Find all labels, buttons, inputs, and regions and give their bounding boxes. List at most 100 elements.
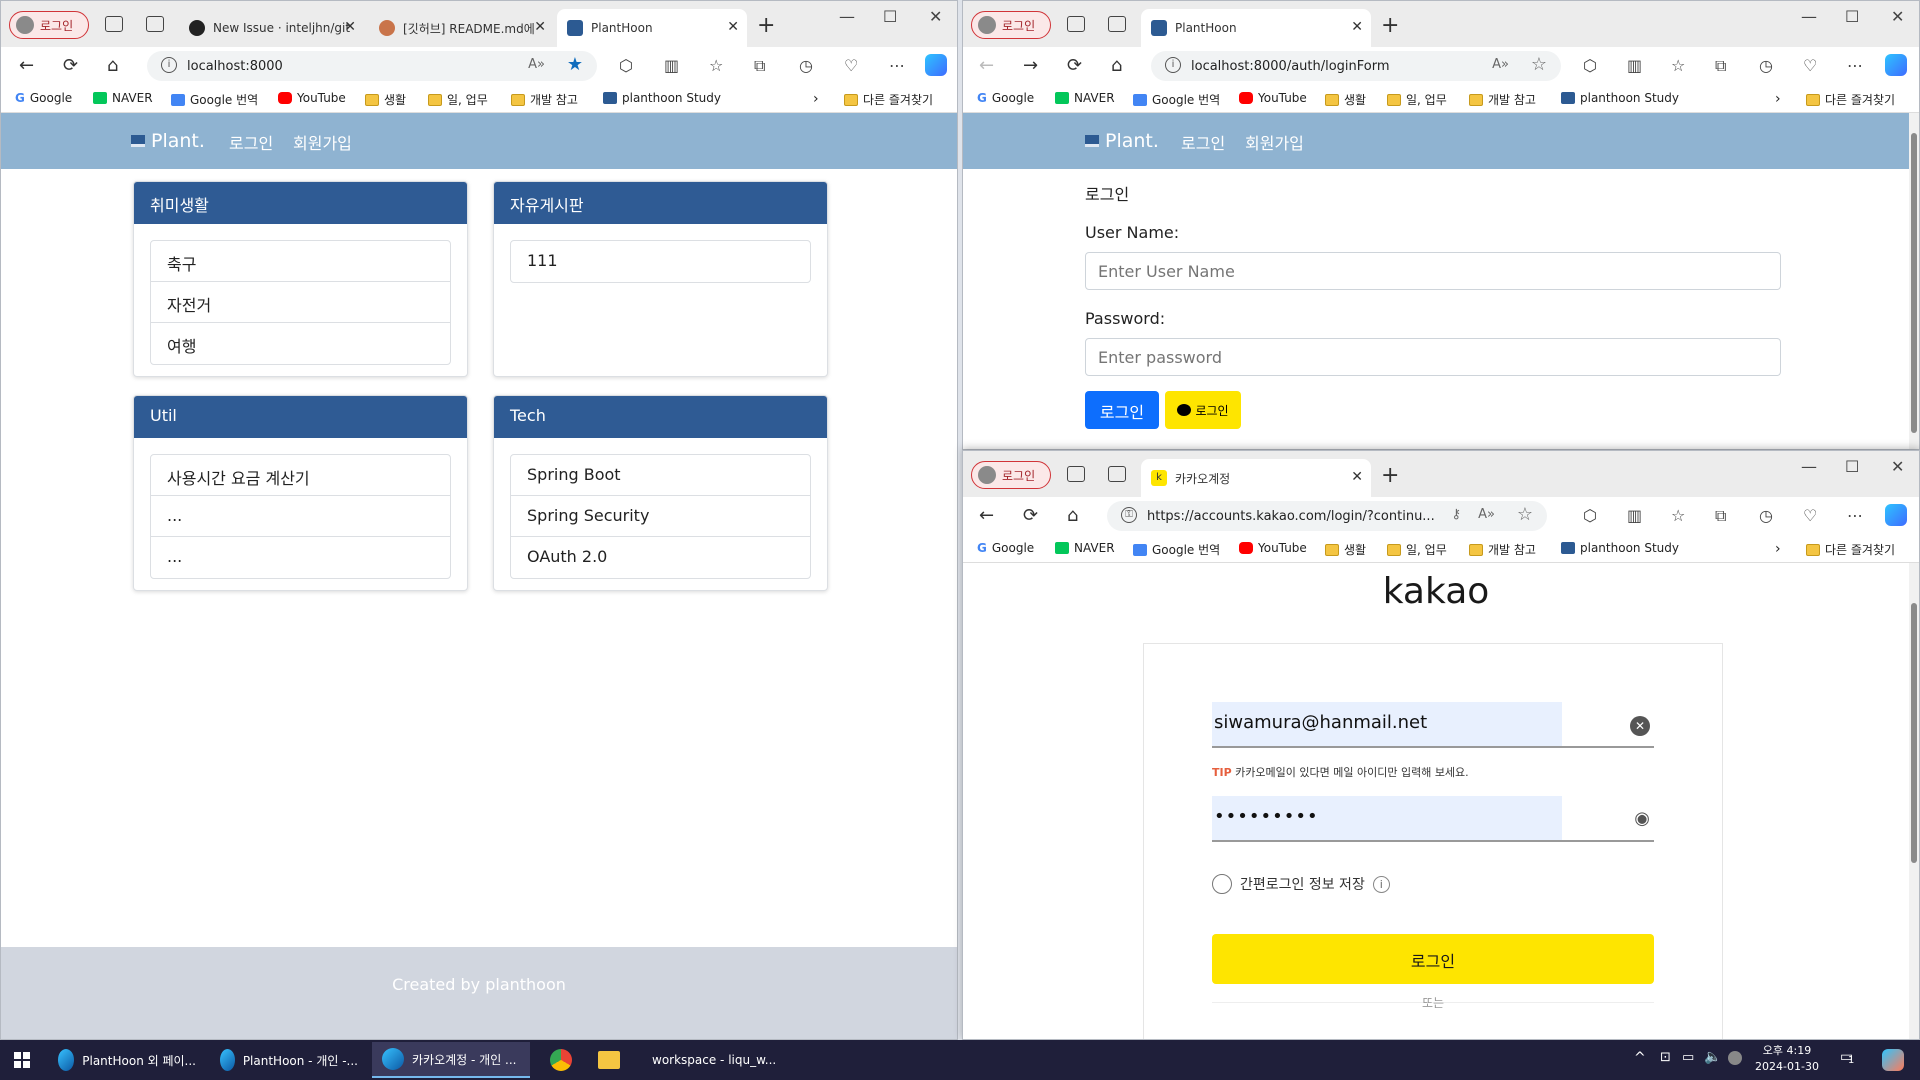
collections-icon[interactable]: ⧉: [754, 56, 765, 76]
bookmarks-overflow-chevron-icon[interactable]: ›: [1775, 541, 1781, 557]
list-item[interactable]: Spring Boot: [511, 455, 810, 496]
bookmark-google-translate[interactable]: Google 번역: [171, 91, 258, 108]
close-tab-icon[interactable]: ✕: [344, 19, 356, 35]
home-button[interactable]: ⌂: [1111, 55, 1122, 76]
minimize-button[interactable]: —: [1801, 7, 1817, 26]
password-input[interactable]: [1085, 338, 1781, 376]
copilot-icon[interactable]: [1885, 504, 1907, 526]
other-favorites[interactable]: 다른 즐겨찾기: [844, 91, 933, 108]
lock-icon[interactable]: ⚿: [1121, 507, 1137, 523]
home-button[interactable]: ⌂: [1067, 505, 1078, 526]
extensions-icon[interactable]: ⬡: [1583, 56, 1597, 75]
maximize-button[interactable]: ☐: [883, 7, 897, 26]
maximize-button[interactable]: ☐: [1845, 7, 1859, 26]
extensions-icon[interactable]: ⬡: [1583, 506, 1597, 525]
tray-status-icon[interactable]: [1728, 1051, 1742, 1065]
refresh-button[interactable]: ⟳: [63, 55, 78, 76]
close-tab-icon[interactable]: ✕: [727, 19, 739, 35]
email-field[interactable]: siwamura@hanmail.net ✕: [1212, 702, 1654, 748]
info-icon[interactable]: i: [1372, 875, 1390, 893]
taskbar-app-edge-3[interactable]: 카카오계정 - 개인 ...: [372, 1042, 530, 1078]
address-bar[interactable]: ⚿ https://accounts.kakao.com/login/?cont…: [1107, 501, 1547, 531]
bookmark-folder-life[interactable]: 생활: [1325, 541, 1366, 558]
bookmark-folder-life[interactable]: 생활: [1325, 91, 1366, 108]
list-item[interactable]: ...: [151, 496, 450, 537]
tab-github-issue[interactable]: New Issue · inteljhn/git ✕: [179, 9, 364, 47]
favorites-icon[interactable]: ☆: [709, 56, 723, 75]
bookmark-folder-work[interactable]: 일, 업무: [428, 91, 488, 108]
address-bar[interactable]: i localhost:8000/auth/loginForm A» ☆: [1151, 51, 1561, 81]
read-aloud-icon[interactable]: A»: [528, 57, 545, 72]
list-item[interactable]: 자전거: [151, 282, 450, 323]
taskbar-file-explorer[interactable]: [588, 1042, 630, 1078]
taskbar-app-spring[interactable]: workspace - liqu_w...: [634, 1042, 784, 1078]
bookmarks-overflow-chevron-icon[interactable]: ›: [813, 91, 819, 107]
extensions-icon[interactable]: ⬡: [619, 56, 633, 75]
bookmark-google[interactable]: G Google: [15, 91, 72, 105]
read-aloud-icon[interactable]: A»: [1478, 507, 1495, 522]
collections-icon[interactable]: ⧉: [1715, 506, 1726, 526]
taskbar-chrome[interactable]: [540, 1042, 582, 1078]
site-info-icon[interactable]: i: [161, 57, 177, 73]
key-icon[interactable]: ⚷: [1451, 507, 1461, 522]
bookmark-google[interactable]: G Google: [977, 91, 1034, 105]
list-item[interactable]: Spring Security: [511, 496, 810, 537]
close-window-button[interactable]: ✕: [1891, 7, 1904, 26]
close-tab-icon[interactable]: ✕: [1351, 19, 1363, 35]
copilot-icon[interactable]: [1885, 54, 1907, 76]
scrollbar[interactable]: [1909, 563, 1919, 1039]
profile-button[interactable]: 로그인: [971, 461, 1051, 489]
tab-actions-icon[interactable]: [1108, 16, 1126, 32]
performance-icon[interactable]: ♡: [1803, 56, 1817, 75]
back-button[interactable]: ←: [979, 505, 994, 526]
refresh-button[interactable]: ⟳: [1023, 505, 1038, 526]
tray-display-icon[interactable]: ▭: [1682, 1050, 1694, 1065]
workspaces-icon[interactable]: [1067, 16, 1085, 32]
other-favorites[interactable]: 다른 즐겨찾기: [1806, 541, 1895, 558]
bookmark-naver[interactable]: NAVER: [1055, 541, 1115, 555]
close-tab-icon[interactable]: ✕: [1351, 469, 1363, 485]
list-item[interactable]: 여행: [151, 323, 450, 364]
tray-network-icon[interactable]: ⊡: [1660, 1050, 1671, 1065]
scrollbar-thumb[interactable]: [1911, 133, 1917, 433]
close-window-button[interactable]: ✕: [1891, 457, 1904, 476]
list-item[interactable]: 사용시간 요금 계산기: [151, 455, 450, 496]
bookmark-folder-dev[interactable]: 개발 참고: [511, 91, 578, 108]
taskbar-app-edge-1[interactable]: PlantHoon 외 페이...: [48, 1042, 206, 1078]
nav-login-link[interactable]: 로그인: [229, 130, 273, 154]
more-menu-icon[interactable]: ⋯: [889, 56, 905, 75]
collections-icon[interactable]: ⧉: [1715, 56, 1726, 76]
password-field[interactable]: ••••••••• ◉: [1212, 796, 1654, 842]
workspaces-icon[interactable]: [105, 16, 123, 32]
favorite-star-icon[interactable]: ★: [567, 54, 583, 75]
workspaces-icon[interactable]: [1067, 466, 1085, 482]
history-icon[interactable]: ◷: [1759, 506, 1773, 525]
list-item[interactable]: 축구: [151, 241, 450, 282]
nav-login-link[interactable]: 로그인: [1181, 130, 1225, 154]
bookmark-planthoon-study[interactable]: planthoon Study: [1561, 541, 1679, 555]
history-icon[interactable]: ◷: [1759, 56, 1773, 75]
clear-input-icon[interactable]: ✕: [1630, 716, 1650, 736]
kakao-login-submit-button[interactable]: 로그인: [1212, 934, 1654, 984]
back-button[interactable]: ←: [979, 55, 994, 76]
favorites-icon[interactable]: ☆: [1671, 56, 1685, 75]
site-brand[interactable]: Plant.: [1085, 130, 1159, 152]
save-login-checkbox[interactable]: 간편로그인 정보 저장 i: [1212, 874, 1390, 894]
tab-readme[interactable]: [깃허브] README.md에 ✕: [369, 9, 554, 47]
new-tab-button[interactable]: +: [1381, 463, 1399, 488]
radio-circle-icon[interactable]: [1212, 874, 1232, 894]
more-menu-icon[interactable]: ⋯: [1847, 56, 1863, 75]
bookmark-folder-dev[interactable]: 개발 참고: [1469, 541, 1536, 558]
bookmark-youtube[interactable]: YouTube: [1239, 91, 1307, 105]
bookmark-folder-work[interactable]: 일, 업무: [1387, 541, 1447, 558]
scrollbar-thumb[interactable]: [1911, 603, 1917, 863]
list-item[interactable]: ...: [151, 537, 450, 578]
favorite-star-icon[interactable]: ☆: [1517, 504, 1533, 525]
site-info-icon[interactable]: i: [1165, 57, 1181, 73]
nav-signup-link[interactable]: 회원가입: [293, 130, 352, 154]
split-screen-icon[interactable]: ▥: [664, 56, 679, 75]
refresh-button[interactable]: ⟳: [1067, 55, 1082, 76]
bookmarks-overflow-chevron-icon[interactable]: ›: [1775, 91, 1781, 107]
show-password-eye-icon[interactable]: ◉: [1634, 808, 1650, 829]
more-menu-icon[interactable]: ⋯: [1847, 506, 1863, 525]
